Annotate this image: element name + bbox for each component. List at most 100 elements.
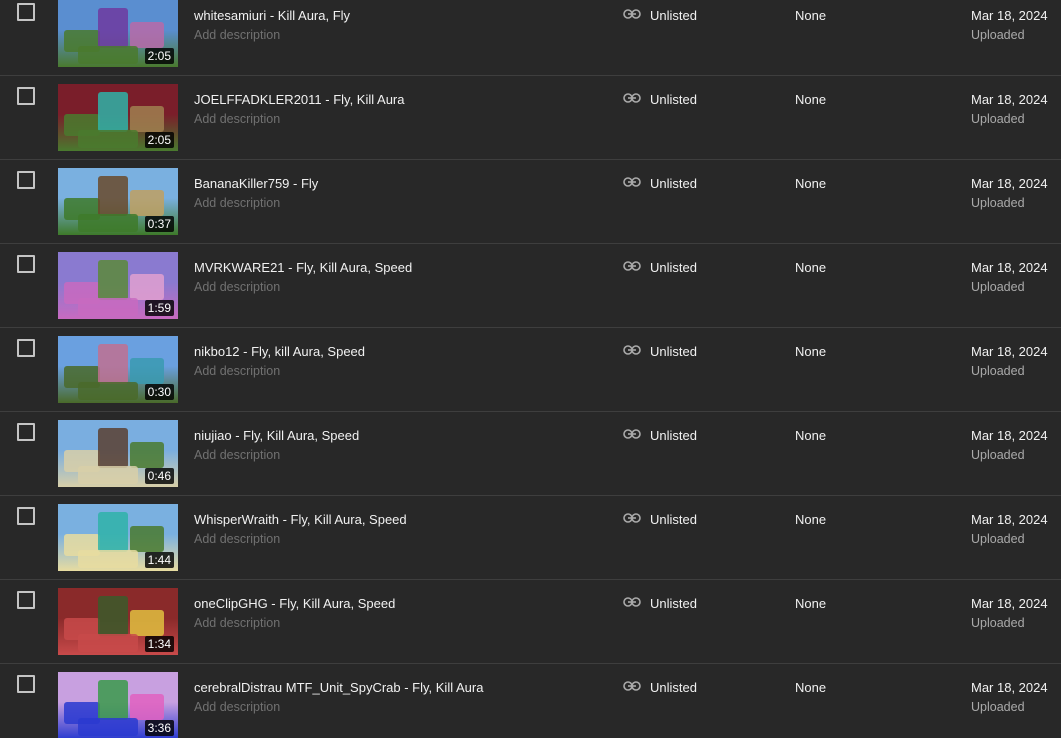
video-description-placeholder[interactable]: Add description (194, 196, 280, 210)
video-duration: 3:36 (144, 720, 174, 736)
upload-status: Uploaded (971, 532, 1025, 546)
thumbnail-shape (78, 382, 138, 400)
upload-date: Mar 18, 2024 (971, 512, 1048, 527)
visibility-label[interactable]: Unlisted (650, 8, 697, 23)
thumbnail-shape (130, 358, 164, 384)
video-description-placeholder[interactable]: Add description (194, 112, 280, 126)
video-duration: 2:05 (144, 48, 174, 64)
video-duration: 0:30 (144, 384, 174, 400)
thumbnail-shape (78, 46, 138, 64)
video-row[interactable]: 1:34 oneClipGHG - Fly, Kill Aura, Speed … (0, 580, 1061, 664)
video-title[interactable]: MVRKWARE21 - Fly, Kill Aura, Speed (194, 260, 412, 275)
video-thumbnail[interactable]: 2:05 (58, 0, 178, 67)
video-row[interactable]: 2:05 JOELFFADKLER2011 - Fly, Kill Aura A… (0, 76, 1061, 160)
visibility-label[interactable]: Unlisted (650, 176, 697, 191)
video-duration: 0:46 (144, 468, 174, 484)
link-icon (623, 177, 641, 187)
restrictions-value: None (795, 260, 827, 275)
upload-status: Uploaded (971, 280, 1025, 294)
video-thumbnail[interactable]: 0:30 (58, 336, 178, 403)
video-title[interactable]: JOELFFADKLER2011 - Fly, Kill Aura (194, 92, 404, 107)
restrictions-value: None (795, 680, 827, 695)
upload-date: Mar 18, 2024 (971, 8, 1048, 23)
restrictions-value: None (795, 428, 827, 443)
link-icon (623, 681, 641, 691)
thumbnail-shape (98, 260, 128, 300)
video-duration: 2:05 (144, 132, 174, 148)
row-select-checkbox[interactable] (17, 171, 35, 189)
thumbnail-shape (98, 512, 128, 552)
visibility-label[interactable]: Unlisted (650, 596, 697, 611)
video-description-placeholder[interactable]: Add description (194, 448, 280, 462)
video-thumbnail[interactable]: 1:44 (58, 504, 178, 571)
video-title[interactable]: BananaKiller759 - Fly (194, 176, 318, 191)
thumbnail-shape (98, 596, 128, 636)
visibility-label[interactable]: Unlisted (650, 512, 697, 527)
video-row[interactable]: 1:59 MVRKWARE21 - Fly, Kill Aura, Speed … (0, 244, 1061, 328)
video-thumbnail[interactable]: 2:05 (58, 84, 178, 151)
thumbnail-shape (78, 130, 138, 148)
video-description-placeholder[interactable]: Add description (194, 616, 280, 630)
row-select-checkbox[interactable] (17, 87, 35, 105)
video-title[interactable]: niujiao - Fly, Kill Aura, Speed (194, 428, 359, 443)
row-select-checkbox[interactable] (17, 591, 35, 609)
video-thumbnail[interactable]: 1:34 (58, 588, 178, 655)
thumbnail-shape (98, 428, 128, 468)
video-title[interactable]: whitesamiuri - Kill Aura, Fly (194, 8, 350, 23)
video-thumbnail[interactable]: 1:59 (58, 252, 178, 319)
thumbnail-shape (130, 22, 164, 48)
visibility-label[interactable]: Unlisted (650, 428, 697, 443)
video-title[interactable]: cerebralDistrau MTF_Unit_SpyCrab - Fly, … (194, 680, 483, 695)
video-description-placeholder[interactable]: Add description (194, 700, 280, 714)
video-row[interactable]: 0:46 niujiao - Fly, Kill Aura, Speed Add… (0, 412, 1061, 496)
row-select-checkbox[interactable] (17, 339, 35, 357)
link-icon (623, 429, 641, 439)
visibility-label[interactable]: Unlisted (650, 344, 697, 359)
video-description-placeholder[interactable]: Add description (194, 532, 280, 546)
video-title[interactable]: WhisperWraith - Fly, Kill Aura, Speed (194, 512, 407, 527)
link-icon (623, 597, 641, 607)
video-description-placeholder[interactable]: Add description (194, 280, 280, 294)
video-row[interactable]: 1:44 WhisperWraith - Fly, Kill Aura, Spe… (0, 496, 1061, 580)
thumbnail-shape (130, 610, 164, 636)
thumbnail-shape (130, 190, 164, 216)
row-select-checkbox[interactable] (17, 675, 35, 693)
video-list: 2:05 whitesamiuri - Kill Aura, Fly Add d… (0, 0, 1061, 738)
thumbnail-shape (98, 8, 128, 48)
video-row[interactable]: 0:37 BananaKiller759 - Fly Add descripti… (0, 160, 1061, 244)
restrictions-value: None (795, 512, 827, 527)
video-thumbnail[interactable]: 0:37 (58, 168, 178, 235)
thumbnail-shape (78, 718, 138, 736)
thumbnail-shape (78, 214, 138, 232)
link-icon (623, 345, 641, 355)
visibility-label[interactable]: Unlisted (650, 92, 697, 107)
thumbnail-shape (78, 466, 138, 484)
restrictions-value: None (795, 176, 827, 191)
video-title[interactable]: oneClipGHG - Fly, Kill Aura, Speed (194, 596, 395, 611)
row-select-checkbox[interactable] (17, 423, 35, 441)
visibility-label[interactable]: Unlisted (650, 680, 697, 695)
link-icon (623, 9, 641, 19)
link-icon (623, 513, 641, 523)
video-title[interactable]: nikbo12 - Fly, kill Aura, Speed (194, 344, 365, 359)
upload-status: Uploaded (971, 616, 1025, 630)
video-thumbnail[interactable]: 3:36 (58, 672, 178, 738)
upload-date: Mar 18, 2024 (971, 92, 1048, 107)
upload-status: Uploaded (971, 28, 1025, 42)
restrictions-value: None (795, 596, 827, 611)
row-select-checkbox[interactable] (17, 3, 35, 21)
upload-date: Mar 18, 2024 (971, 176, 1048, 191)
thumbnail-shape (130, 694, 164, 720)
restrictions-value: None (795, 8, 827, 23)
video-row[interactable]: 2:05 whitesamiuri - Kill Aura, Fly Add d… (0, 0, 1061, 76)
video-row[interactable]: 0:30 nikbo12 - Fly, kill Aura, Speed Add… (0, 328, 1061, 412)
video-thumbnail[interactable]: 0:46 (58, 420, 178, 487)
visibility-label[interactable]: Unlisted (650, 260, 697, 275)
row-select-checkbox[interactable] (17, 507, 35, 525)
video-row[interactable]: 3:36 cerebralDistrau MTF_Unit_SpyCrab - … (0, 664, 1061, 738)
video-description-placeholder[interactable]: Add description (194, 28, 280, 42)
row-select-checkbox[interactable] (17, 255, 35, 273)
video-description-placeholder[interactable]: Add description (194, 364, 280, 378)
upload-date: Mar 18, 2024 (971, 344, 1048, 359)
restrictions-value: None (795, 92, 827, 107)
